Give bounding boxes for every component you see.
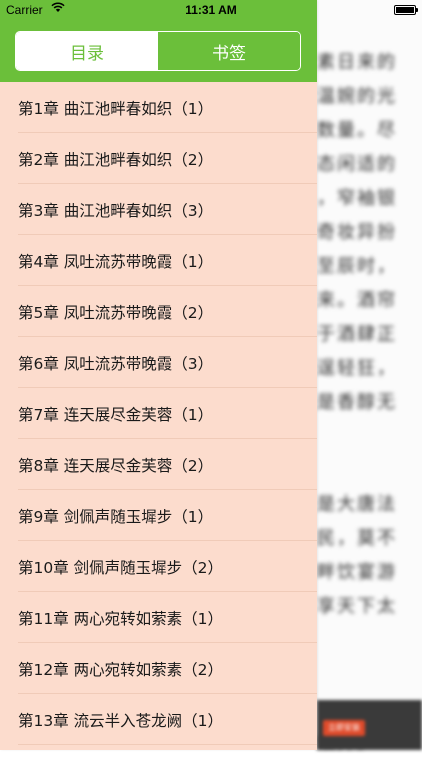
reader-line: ，窄袖银 <box>317 188 397 209</box>
status-bar: Carrier 11:31 AM <box>0 0 422 20</box>
ad-banner[interactable]: 立即安装 <box>317 700 422 750</box>
reader-line: 逞轻狂， <box>317 358 397 379</box>
battery-nub <box>416 8 418 12</box>
reader-line: 奇妆异扮 <box>317 222 397 243</box>
chapter-row[interactable]: 第13章 流云半入苍龙阙（1） <box>0 694 317 745</box>
battery-icon <box>394 5 416 15</box>
status-time: 11:31 AM <box>185 3 237 17</box>
reader-line: 是大唐法 <box>317 494 397 515</box>
reader-line: 来。酒帘 <box>317 290 397 311</box>
reader-line: 畔饮宴游 <box>317 562 397 583</box>
ad-install-button[interactable]: 立即安装 <box>323 720 365 736</box>
chapter-drawer: 目录 书签 第1章 曲江池畔春如织（1） 第2章 曲江池畔春如织（2） 第3章 … <box>0 0 317 750</box>
reader-line: 民，莫不 <box>317 528 397 549</box>
reader-line: 于酒肆正 <box>317 324 397 345</box>
chapter-row[interactable]: 第7章 连天展尽金芙蓉（1） <box>0 388 317 439</box>
reader-line: 享天下太 <box>317 596 397 617</box>
chapter-row[interactable]: 第5章 凤吐流苏带晚霞（2） <box>0 286 317 337</box>
chapter-row[interactable]: 第10章 剑佩声随玉墀步（2） <box>0 541 317 592</box>
chapter-row[interactable]: 第6章 凤吐流苏带晚霞（3） <box>0 337 317 388</box>
chapter-row[interactable]: 第4章 凤吐流苏带晚霞（1） <box>0 235 317 286</box>
tab-contents[interactable]: 目录 <box>16 32 158 70</box>
chapter-list: 第1章 曲江池畔春如织（1） 第2章 曲江池畔春如织（2） 第3章 曲江池畔春如… <box>0 82 317 745</box>
reader-line: 至辰时， <box>317 256 397 277</box>
reader-line: 温婉的光 <box>317 86 397 107</box>
chapter-row[interactable]: 第2章 曲江池畔春如织（2） <box>0 133 317 184</box>
reader-line: 素日来的 <box>317 52 397 73</box>
reader-line: 数量。尽 <box>317 120 397 141</box>
tab-bookmarks[interactable]: 书签 <box>158 32 300 70</box>
reader-line: 是香醇无 <box>317 392 397 413</box>
chapter-row[interactable]: 第1章 曲江池畔春如织（1） <box>0 82 317 133</box>
reader-text: 素日来的 温婉的光 数量。尽 态闲适的 ，窄袖银 奇妆异扮 至辰时， 来。酒帘 … <box>317 46 417 760</box>
chapter-row[interactable]: 第11章 两心宛转如萦素（1） <box>0 592 317 643</box>
chapter-row[interactable]: 第9章 剑佩声随玉墀步（1） <box>0 490 317 541</box>
chapter-row[interactable]: 第8章 连天展尽金芙蓉（2） <box>0 439 317 490</box>
segmented-control: 目录 书签 <box>15 31 301 71</box>
chapter-row[interactable]: 第12章 两心宛转如萦素（2） <box>0 643 317 694</box>
reader-line: 态闲适的 <box>317 154 397 175</box>
chapter-row[interactable]: 第3章 曲江池畔春如织（3） <box>0 184 317 235</box>
